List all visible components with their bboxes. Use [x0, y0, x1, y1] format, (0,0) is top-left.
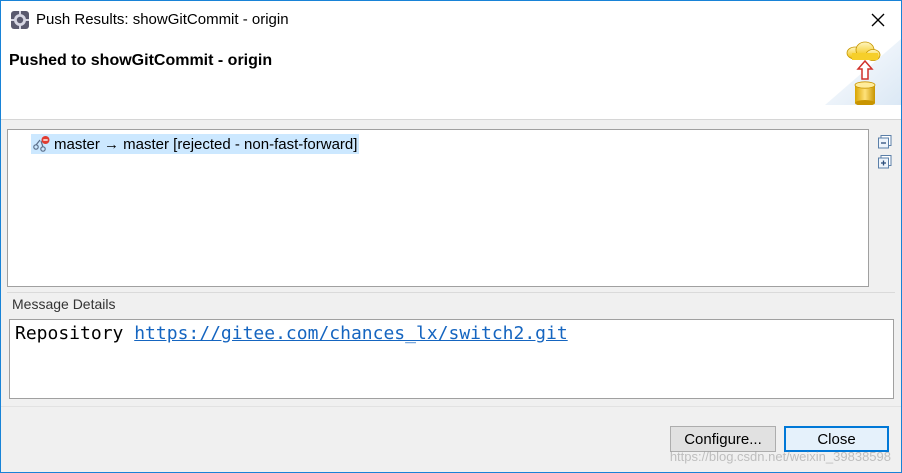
ref-update-rejected-icon — [33, 136, 50, 152]
collapse-all-icon — [878, 135, 892, 149]
collapse-all-button[interactable] — [878, 135, 892, 149]
tree-item-label: master → master [rejected - non-fast-for… — [54, 135, 358, 153]
message-details-box[interactable]: Repository https://gitee.com/chances_lx/… — [9, 319, 894, 399]
tree-item-master[interactable]: master → master [rejected - non-fast-for… — [31, 134, 360, 154]
footer-divider — [1, 406, 901, 407]
repository-prefix: Repository — [15, 323, 135, 344]
close-icon — [871, 13, 885, 27]
title-bar: Push Results: showGitCommit - origin — [1, 1, 901, 39]
window-title: Push Results: showGitCommit - origin — [36, 11, 289, 28]
push-results-dialog: Push Results: showGitCommit - origin Pus… — [0, 0, 902, 473]
repository-link[interactable]: https://gitee.com/chances_lx/switch2.git — [134, 323, 567, 344]
message-details-text: Repository https://gitee.com/chances_lx/… — [15, 323, 568, 344]
message-details-label: Message Details — [12, 296, 116, 312]
eclipse-app-icon — [11, 11, 29, 29]
window-close-button[interactable] — [855, 1, 901, 39]
watermark-text: https://blog.csdn.net/weixin_39838598 — [669, 449, 891, 464]
push-results-tree[interactable]: master → master [rejected - non-fast-for… — [7, 129, 869, 287]
push-to-repository-icon — [825, 39, 901, 105]
expand-all-button[interactable] — [878, 155, 892, 169]
section-divider — [7, 292, 895, 293]
dialog-header: Pushed to showGitCommit - origin — [1, 39, 901, 120]
header-title: Pushed to showGitCommit - origin — [9, 52, 273, 69]
expand-all-icon — [878, 155, 892, 169]
